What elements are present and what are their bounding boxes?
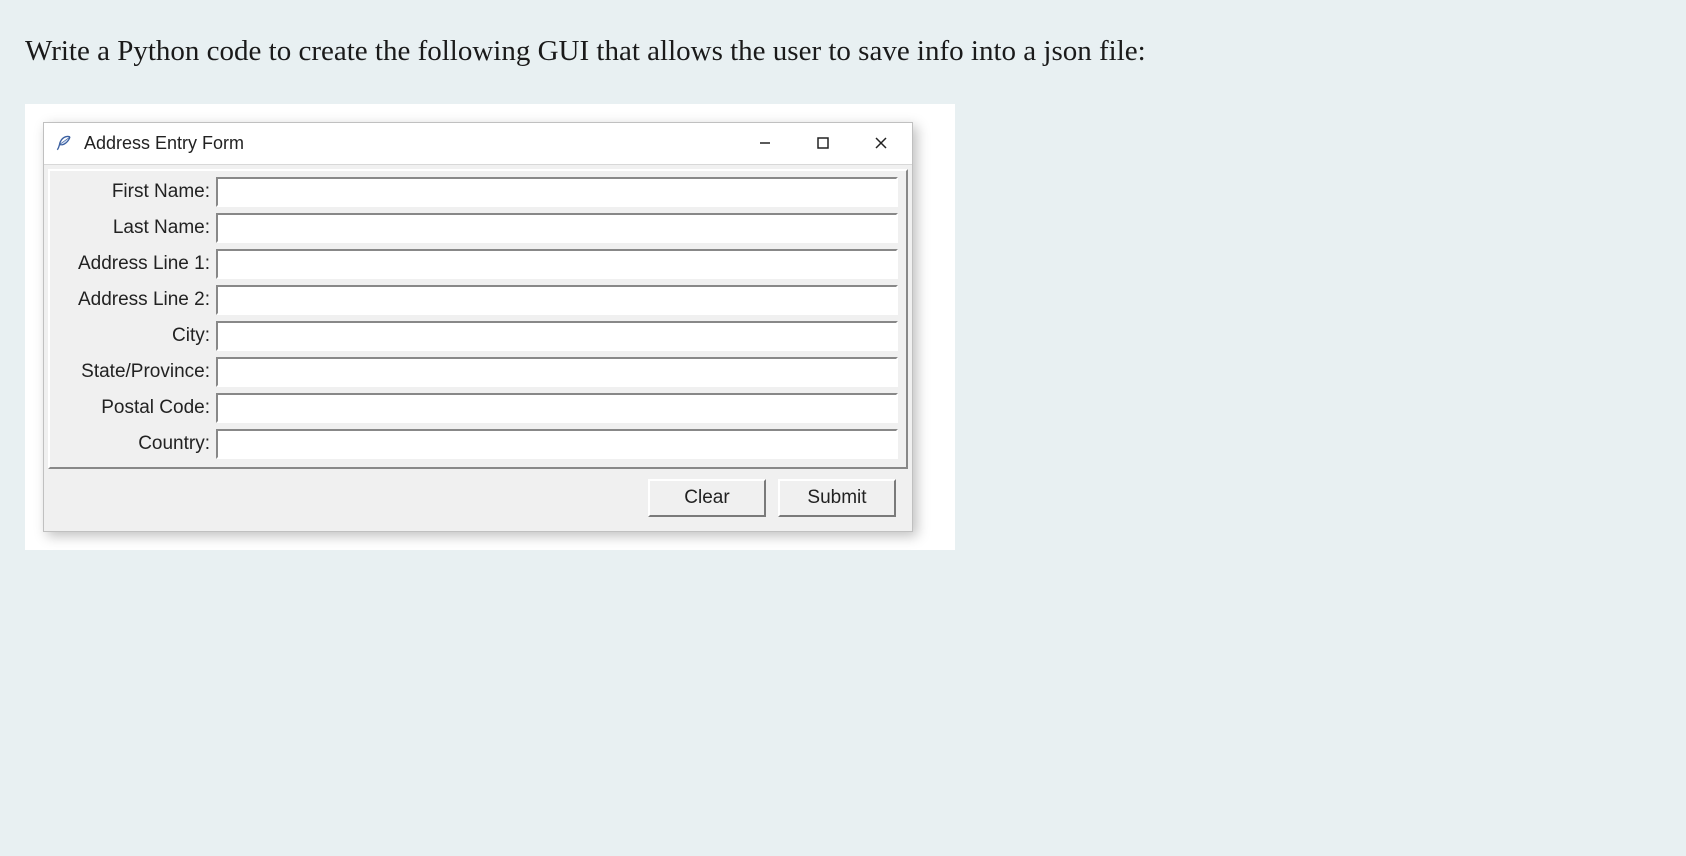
field-postal: Postal Code:: [56, 393, 898, 423]
label-state: State/Province:: [56, 361, 216, 383]
field-address-2: Address Line 2:: [56, 285, 898, 315]
window-title: Address Entry Form: [84, 133, 244, 154]
input-address-2[interactable]: [216, 285, 898, 315]
input-postal[interactable]: [216, 393, 898, 423]
app-window: Address Entry Form: [43, 122, 913, 532]
titlebar-controls: [736, 123, 910, 163]
label-last-name: Last Name:: [56, 217, 216, 239]
field-last-name: Last Name:: [56, 213, 898, 243]
minimize-button[interactable]: [736, 123, 794, 163]
label-country: Country:: [56, 433, 216, 455]
label-postal: Postal Code:: [56, 397, 216, 419]
field-first-name: First Name:: [56, 177, 898, 207]
screenshot-container: Address Entry Form: [25, 104, 955, 550]
tk-feather-icon: [54, 133, 74, 153]
titlebar: Address Entry Form: [44, 123, 912, 165]
window-body: First Name: Last Name: Address Line 1: A…: [44, 165, 912, 531]
field-city: City:: [56, 321, 898, 351]
maximize-button[interactable]: [794, 123, 852, 163]
close-button[interactable]: [852, 123, 910, 163]
button-bar: Clear Submit: [48, 469, 908, 525]
question-text: Write a Python code to create the follow…: [25, 30, 1661, 74]
input-last-name[interactable]: [216, 213, 898, 243]
label-address-2: Address Line 2:: [56, 289, 216, 311]
label-city: City:: [56, 325, 216, 347]
input-state[interactable]: [216, 357, 898, 387]
field-state: State/Province:: [56, 357, 898, 387]
field-country: Country:: [56, 429, 898, 459]
clear-button[interactable]: Clear: [648, 479, 766, 517]
submit-button[interactable]: Submit: [778, 479, 896, 517]
label-address-1: Address Line 1:: [56, 253, 216, 275]
input-address-1[interactable]: [216, 249, 898, 279]
form-frame: First Name: Last Name: Address Line 1: A…: [48, 169, 908, 469]
label-first-name: First Name:: [56, 181, 216, 203]
input-city[interactable]: [216, 321, 898, 351]
field-address-1: Address Line 1:: [56, 249, 898, 279]
input-country[interactable]: [216, 429, 898, 459]
input-first-name[interactable]: [216, 177, 898, 207]
